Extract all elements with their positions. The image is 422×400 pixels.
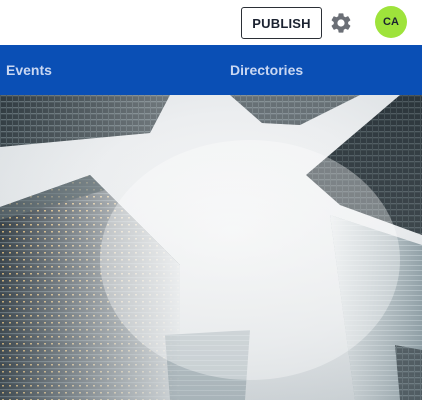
gear-icon[interactable] [328,10,354,36]
avatar[interactable]: CA [375,6,407,38]
nav-events[interactable]: Events [6,45,52,95]
publish-button[interactable]: PUBLISH [241,7,322,39]
top-bar: PUBLISH CA [0,0,422,45]
nav-directories[interactable]: Directories [230,45,303,95]
hero-image [0,95,422,400]
main-nav: Events Directories [0,45,422,95]
skyscrapers-fog-image [0,95,422,400]
